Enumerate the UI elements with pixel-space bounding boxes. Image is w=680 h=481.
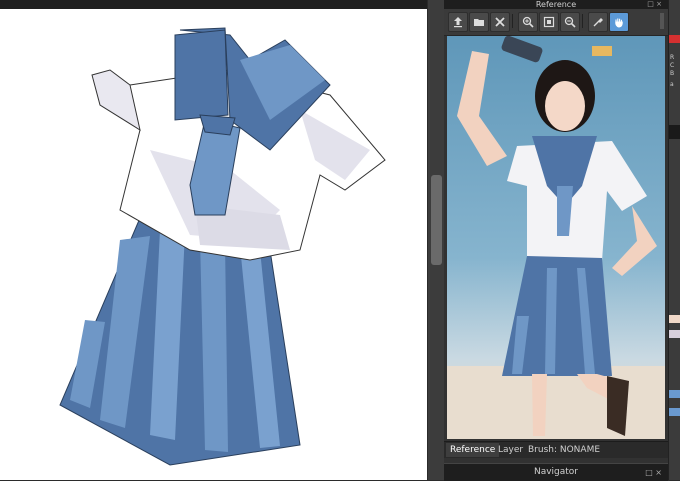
color-swatch[interactable]	[669, 390, 680, 398]
tab-brush[interactable]: Brush: NONAME	[524, 443, 604, 457]
navigator-header: Navigator □ ×	[444, 463, 668, 481]
side-panel-strip: R C B a	[668, 0, 680, 480]
color-swatch[interactable]	[669, 330, 680, 338]
canvas-top-strip	[0, 0, 427, 9]
panel-window-icons[interactable]: □ ×	[647, 0, 662, 9]
panel-window-icons[interactable]: □ ×	[645, 464, 662, 481]
canvas-area[interactable]	[0, 0, 427, 480]
reference-toolbar	[444, 9, 668, 36]
scrollbar-thumb[interactable]	[431, 175, 442, 265]
navigator-title: Navigator	[533, 467, 579, 477]
open-folder-icon[interactable]	[469, 12, 489, 32]
red-swatch[interactable]	[669, 35, 680, 43]
toolbar-overflow[interactable]	[660, 13, 664, 29]
panel-tab-bar: Reference Layer Brush: NONAME	[444, 441, 668, 458]
color-swatch[interactable]	[669, 315, 680, 323]
tab-layer[interactable]: Layer	[494, 443, 527, 457]
uniform-illustration	[59, 27, 386, 466]
reference-panel-title-bar: Reference □ ×	[444, 0, 668, 9]
toolbar-separator	[512, 14, 513, 28]
color-swatch[interactable]	[669, 408, 680, 416]
side-text: C	[670, 62, 675, 69]
upload-icon[interactable]	[448, 12, 468, 32]
side-text: R	[670, 54, 675, 61]
hand-icon[interactable]	[609, 12, 629, 32]
close-icon[interactable]	[490, 12, 510, 32]
tab-reference[interactable]: Reference	[446, 443, 500, 457]
side-text: B	[670, 70, 675, 77]
reference-photo-content	[447, 36, 665, 439]
side-text: a	[670, 81, 674, 88]
reference-panel-title: Reference	[535, 0, 577, 9]
zoom-in-icon[interactable]	[518, 12, 538, 32]
canvas-vertical-scrollbar[interactable]	[427, 0, 445, 480]
fit-to-window-icon[interactable]	[539, 12, 559, 32]
reference-photo[interactable]	[447, 36, 665, 439]
toolbar-separator	[582, 14, 583, 28]
zoom-out-icon[interactable]	[560, 12, 580, 32]
input-box[interactable]	[669, 125, 680, 139]
drawing-canvas[interactable]	[0, 9, 427, 480]
reference-panel: Reference □ × Reference Layer Brush: NON…	[444, 0, 668, 481]
eyedropper-icon[interactable]	[588, 12, 608, 32]
